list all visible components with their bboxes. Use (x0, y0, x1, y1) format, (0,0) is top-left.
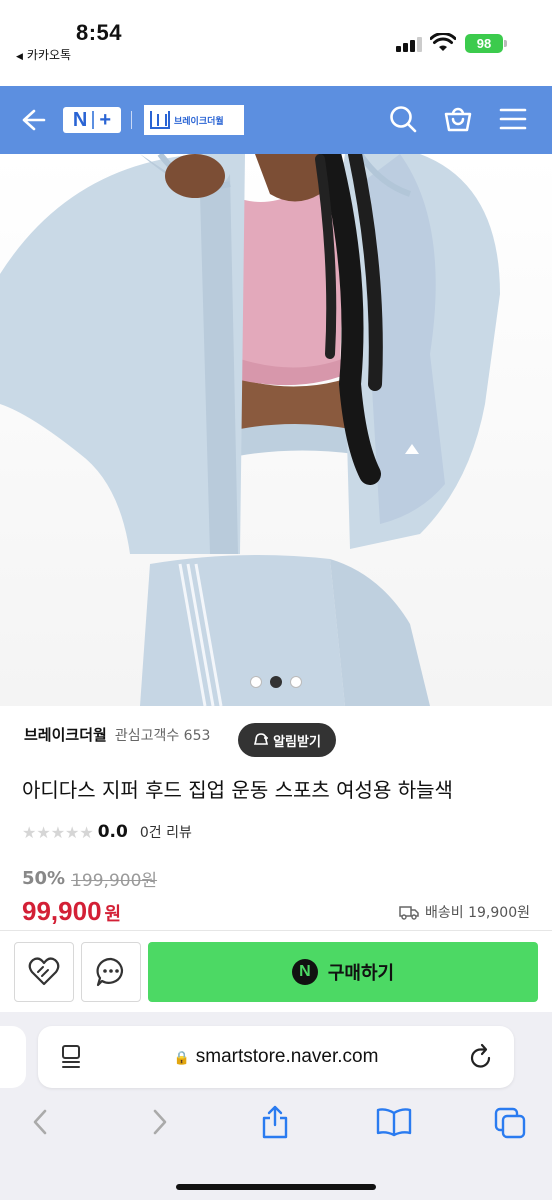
browser-toolbar: 🔒 smartstore.naver.com (0, 1012, 552, 1200)
carousel-dots (0, 676, 552, 688)
cellular-signal-icon (396, 36, 424, 52)
chat-bubble-icon (96, 957, 123, 987)
status-bar: 8:54 ◀ 카카오톡 98 (0, 0, 552, 86)
bell-icon (254, 733, 269, 745)
nplus-divider (92, 111, 95, 129)
store-row: 브레이크더월 관심고객수 653 (24, 724, 210, 745)
previous-tab-peek[interactable] (0, 1026, 26, 1088)
wishlist-button[interactable] (14, 942, 74, 1002)
app-header: N + 브레이크더월 (0, 86, 552, 154)
menu-icon[interactable] (499, 107, 527, 131)
carousel-dot-active[interactable] (270, 676, 282, 688)
page: 8:54 ◀ 카카오톡 98 N + 브레이크더월 브레이크더월 관심고객수 6… (0, 0, 552, 1200)
product-photo (0, 154, 500, 706)
share-icon[interactable] (260, 1105, 290, 1139)
naver-pay-icon: N (291, 959, 318, 985)
discount-rate: 50% (22, 868, 66, 889)
favorite-count: 관심고객수 653 (114, 727, 211, 744)
carousel-dot[interactable] (290, 676, 302, 688)
url-text: smartstore.naver.com (195, 1046, 379, 1067)
original-price: 199,900원 (71, 871, 158, 891)
lock-icon: 🔒 (173, 1050, 190, 1065)
search-icon[interactable] (388, 104, 418, 134)
product-title: 아디다스 지퍼 후드 집업 운동 스포츠 여성용 하늘색 (22, 778, 453, 802)
rating-stars: ★★★★★ (22, 822, 94, 842)
heart-icon (28, 957, 60, 986)
store-name[interactable]: 브레이크더월 (24, 724, 107, 745)
discount-row: 50% 199,900원 (22, 866, 157, 891)
store-logo[interactable]: 브레이크더월 (144, 105, 244, 135)
battery-icon: 98 (465, 34, 507, 53)
wifi-icon (430, 33, 456, 51)
address-bar[interactable]: 🔒 smartstore.naver.com (38, 1026, 514, 1088)
purchase-action-bar: N 구매하기 (0, 930, 552, 1012)
buy-button[interactable]: N 구매하기 (148, 942, 538, 1002)
shipping-fee: 배송비 19,900원 (425, 905, 530, 921)
back-arrow-icon[interactable] (18, 106, 46, 134)
status-time: 8:54 (76, 20, 123, 45)
rating-row[interactable]: ★★★★★ 0.0 0건 리뷰 (22, 822, 192, 842)
home-indicator (176, 1184, 376, 1190)
nplus-n: N (72, 108, 88, 131)
truck-icon (399, 906, 419, 920)
price-unit: 원 (104, 904, 122, 925)
alarm-button[interactable]: 알림받기 (238, 723, 336, 757)
back-app-label: 카카오톡 (26, 48, 72, 62)
nplus-logo[interactable]: N + (63, 107, 121, 133)
reload-icon[interactable] (468, 1043, 494, 1071)
carousel-dot[interactable] (250, 676, 262, 688)
forward-nav-icon[interactable] (150, 1108, 170, 1136)
chat-button[interactable] (81, 942, 141, 1002)
rating-score: 0.0 (97, 822, 128, 842)
review-count[interactable]: 0건 리뷰 (140, 822, 192, 842)
nplus-plus: + (99, 108, 112, 131)
back-nav-icon[interactable] (30, 1108, 50, 1136)
buy-label: 구매하기 (327, 963, 395, 984)
bookmarks-icon[interactable] (376, 1107, 412, 1137)
header-divider (131, 111, 132, 129)
product-image-carousel[interactable] (0, 154, 552, 706)
store-logo-text: 브레이크더월 (174, 116, 224, 127)
url-text-container: 🔒 smartstore.naver.com (38, 1046, 514, 1068)
sale-price: 99,900 (22, 896, 102, 926)
tabs-icon[interactable] (494, 1107, 526, 1139)
back-to-app-link[interactable]: ◀ 카카오톡 (16, 46, 71, 63)
shipping-info: 배송비 19,900원 (399, 902, 530, 922)
price-row: 99,900 원 (22, 896, 121, 927)
alarm-label: 알림받기 (273, 734, 321, 750)
building-icon (150, 111, 170, 129)
back-triangle-icon: ◀ (16, 52, 23, 62)
cart-bag-icon[interactable] (443, 104, 473, 134)
